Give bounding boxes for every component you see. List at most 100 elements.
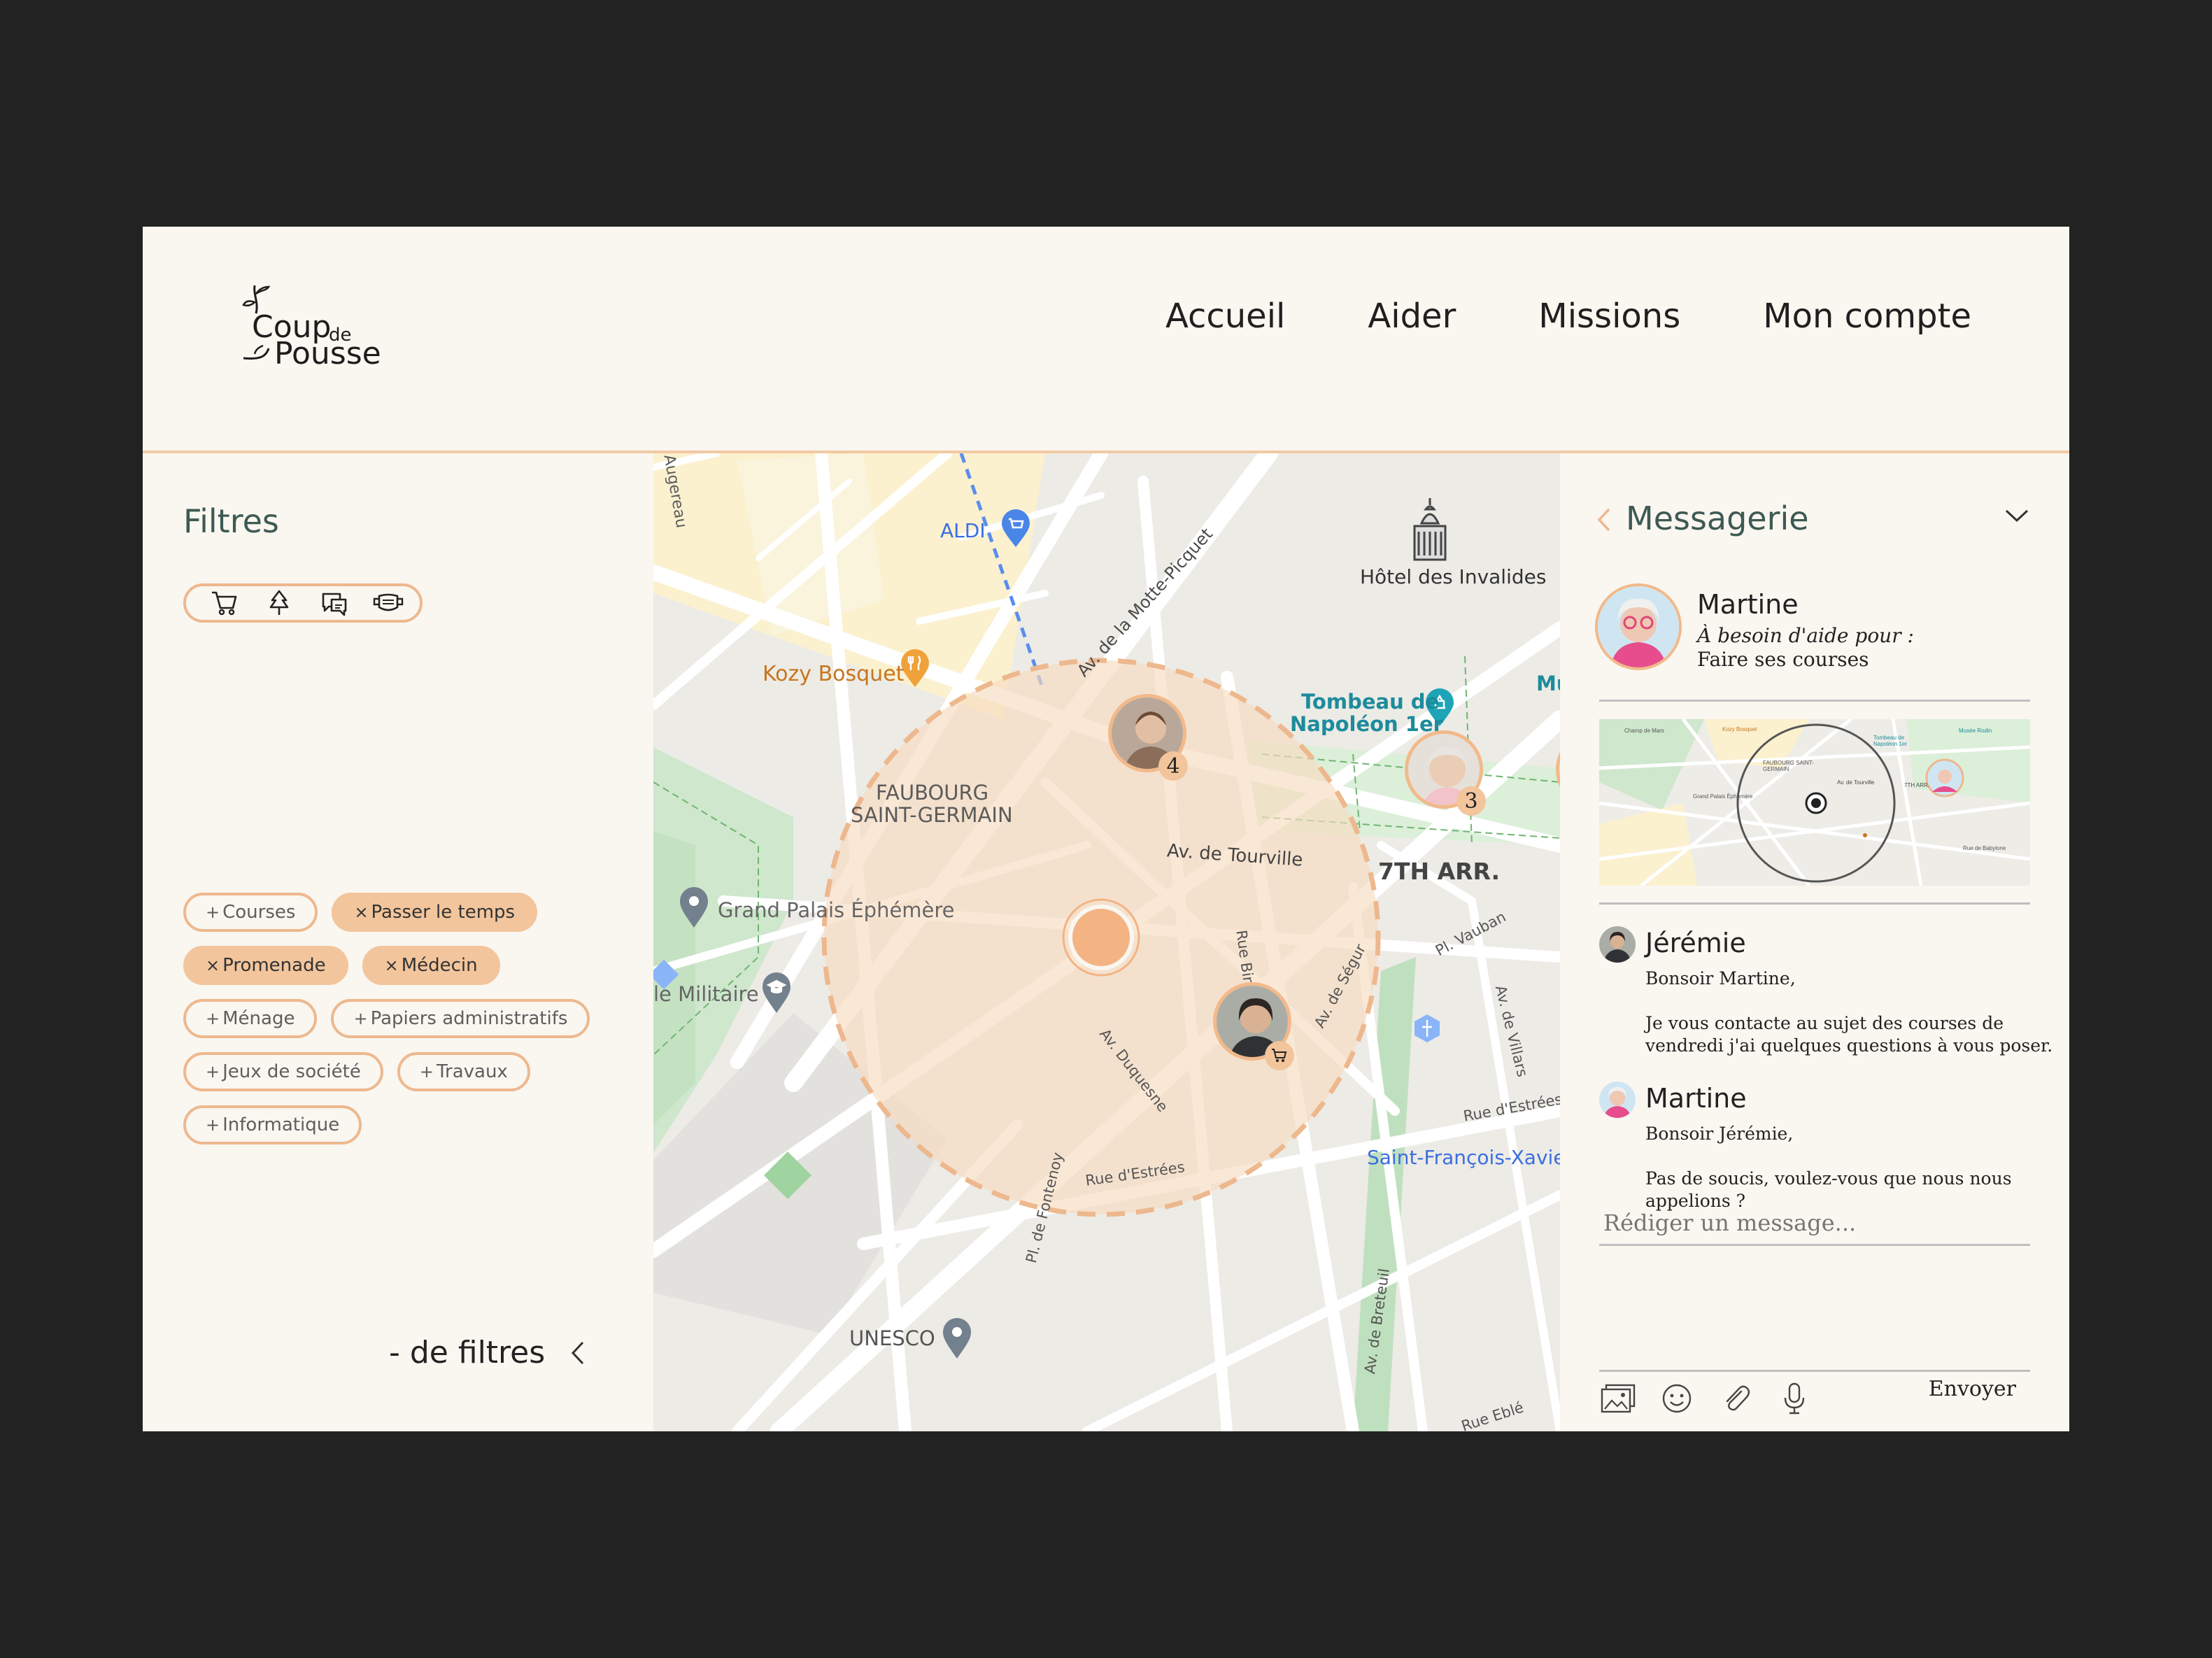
- logo[interactable]: Coup de Pousse: [241, 281, 395, 386]
- poi-label-aldi[interactable]: ALDI: [940, 519, 986, 542]
- school-pin-icon[interactable]: [761, 972, 792, 1014]
- nav-help[interactable]: Aider: [1368, 297, 1456, 336]
- message-text: vendredi j'ai quelques questions à vous …: [1645, 1035, 2053, 1056]
- place-of-worship-icon: [1415, 1014, 1440, 1042]
- chip-informatique[interactable]: + Informatique: [183, 1105, 362, 1145]
- chip-label: Informatique: [222, 1114, 340, 1135]
- location-pin-icon[interactable]: [942, 1318, 972, 1360]
- poi-label-grand-palais[interactable]: Grand Palais Éphémère: [718, 898, 955, 922]
- image-icon[interactable]: [1601, 1381, 1636, 1416]
- chip-symbol: +: [206, 1009, 220, 1028]
- author-avatar: [1599, 926, 1636, 963]
- chip-passer-le-temps[interactable]: × Passer le temps: [332, 893, 538, 932]
- chip-label: Jeux de société: [222, 1061, 361, 1082]
- cart-icon[interactable]: [207, 588, 242, 618]
- chip-row-1: + Courses × Passer le temps: [183, 893, 538, 932]
- poi-label-ecole-militaire[interactable]: le Militaire: [653, 982, 759, 1006]
- chip-jeux-de-societe[interactable]: + Jeux de société: [183, 1052, 383, 1091]
- mission-minimap[interactable]: Champ de Mars Kozy Bosquet Tombeau de Na…: [1599, 719, 2030, 886]
- send-button[interactable]: Envoyer: [1929, 1377, 2016, 1401]
- contact-card[interactable]: Martine À besoin d'aide pour : Faire ses…: [1595, 583, 2029, 674]
- mission-count-badge: 4: [1158, 751, 1188, 781]
- poi-label-tombeau[interactable]: Napoléon 1er: [1290, 712, 1443, 736]
- message-text: Bonsoir Jérémie,: [1645, 1124, 1794, 1144]
- less-filters-button[interactable]: - de filtres: [389, 1335, 586, 1370]
- contact-avatar: [1595, 583, 1682, 670]
- location-pin-icon[interactable]: [679, 887, 709, 929]
- divider: [1599, 1370, 2030, 1372]
- cart-pin-icon[interactable]: [1000, 509, 1031, 548]
- restaurant-pin-icon[interactable]: [900, 649, 930, 688]
- tree-icon[interactable]: [262, 588, 297, 618]
- back-chevron-icon[interactable]: [1596, 506, 1612, 533]
- main-nav: Accueil Aider Missions Mon compte: [1165, 297, 1971, 336]
- chip-row-2: × Promenade × Médecin: [183, 946, 500, 985]
- person-photo-icon: [1599, 926, 1636, 963]
- paperclip-icon[interactable]: [1718, 1381, 1753, 1416]
- message-text: appelions ?: [1645, 1191, 1746, 1211]
- nav-missions[interactable]: Missions: [1538, 297, 1680, 336]
- chip-label: Travaux: [436, 1061, 508, 1082]
- message-item: Jérémie Bonsoir Martine, Je vous contact…: [1599, 926, 2053, 1066]
- poi-label-tombeau[interactable]: Tombeau de: [1301, 690, 1439, 714]
- poi-label-invalides[interactable]: Hôtel des Invalides: [1360, 565, 1546, 588]
- chip-label: Promenade: [222, 955, 326, 976]
- poi-label-unesco[interactable]: UNESCO: [849, 1326, 935, 1350]
- divider: [1599, 700, 2030, 702]
- mask-icon[interactable]: [371, 588, 406, 618]
- chip-symbol: +: [206, 1115, 220, 1135]
- poi-label-kozy[interactable]: Kozy Bosquet: [763, 662, 904, 686]
- chip-menage[interactable]: + Ménage: [183, 999, 318, 1038]
- invalides-landmark-icon[interactable]: [1406, 495, 1454, 565]
- minimap-label: Grand Palais Éphémère: [1693, 793, 1753, 800]
- chip-medecin[interactable]: × Médecin: [362, 946, 500, 985]
- chip-label: Ménage: [222, 1008, 295, 1029]
- poi-label-saint-francois-xavier[interactable]: Saint-François-Xavier: [1367, 1146, 1560, 1169]
- message-item: Martine Bonsoir Jérémie, Pas de soucis, …: [1599, 1082, 2030, 1221]
- minimap-label: FAUBOURG SAINT-GERMAIN: [1763, 760, 1814, 772]
- chip-papiers-administratifs[interactable]: + Papiers administratifs: [331, 999, 590, 1038]
- nav-home[interactable]: Accueil: [1165, 297, 1285, 336]
- message-input[interactable]: [1602, 1209, 2025, 1237]
- cart-badge: [1265, 1041, 1294, 1070]
- nav-account[interactable]: Mon compte: [1763, 297, 1971, 336]
- author-avatar: [1599, 1082, 1636, 1118]
- minimap-label: Musée Rodin: [1959, 728, 1992, 734]
- district-label: 7TH ARR.: [1378, 858, 1501, 885]
- chip-label: Médecin: [401, 955, 478, 976]
- chip-courses[interactable]: + Courses: [183, 893, 318, 932]
- chat-bubbles-icon[interactable]: [316, 588, 351, 618]
- chip-travaux[interactable]: + Travaux: [397, 1052, 530, 1091]
- emoji-icon[interactable]: [1659, 1381, 1694, 1416]
- map[interactable]: Augereau ALDI Av. de la Motte-Picquet Hô…: [653, 453, 1560, 1431]
- chip-symbol: ×: [354, 902, 369, 922]
- minimap-label: Kozy Bosquet: [1722, 726, 1757, 732]
- chip-row-4: + Jeux de société + Travaux: [183, 1052, 530, 1091]
- app-window: Coup de Pousse Accueil Aider Missions Mo…: [143, 227, 2069, 1431]
- poi-label-musee[interactable]: Mu: [1536, 672, 1560, 695]
- minimap-label: Av. de Tourville: [1837, 779, 1875, 786]
- chip-row-5: + Informatique: [183, 1105, 362, 1145]
- filters-title: Filtres: [183, 502, 279, 540]
- cart-icon: [1272, 1049, 1287, 1062]
- person-photo-icon: [1599, 1082, 1636, 1118]
- chip-promenade[interactable]: × Promenade: [183, 946, 348, 985]
- person-photo-icon: [1598, 586, 1679, 667]
- chevron-down-icon[interactable]: [2004, 508, 2030, 523]
- minimap-label: Champ de Mars: [1624, 728, 1664, 734]
- divider: [1599, 1244, 2030, 1246]
- chip-symbol: +: [353, 1009, 368, 1028]
- category-icon-group: [183, 583, 423, 623]
- divider: [1599, 902, 2030, 905]
- contact-need-label: À besoin d'aide pour :: [1697, 624, 1914, 647]
- microphone-icon[interactable]: [1777, 1381, 1812, 1416]
- chip-symbol: ×: [384, 956, 399, 975]
- minimap-label: Tombeau de Napoléon 1er: [1873, 735, 1908, 747]
- chip-symbol: +: [206, 1062, 220, 1082]
- filters-panel: Filtres + Courses × Passer le temps × Prome…: [143, 453, 653, 1431]
- message-text: Bonsoir Martine,: [1645, 968, 1796, 989]
- chip-symbol: +: [419, 1062, 434, 1082]
- minimap-label: 7TH ARR.: [1904, 782, 1930, 788]
- map-base: [653, 453, 1560, 1431]
- message-author: Martine: [1645, 1083, 1747, 1114]
